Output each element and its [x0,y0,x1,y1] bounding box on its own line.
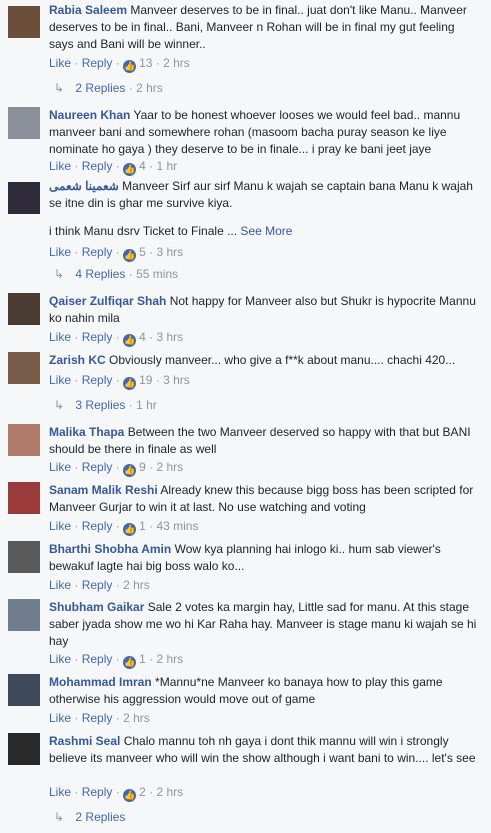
thumbs-up-icon[interactable]: 👍 [123,789,137,802]
thumbs-up-icon[interactable]: 👍 [123,464,137,477]
reply-arrow-icon: ↳ [54,398,65,412]
timestamp[interactable]: 2 hrs [123,711,150,725]
like-button[interactable]: Like [49,711,71,725]
like-button[interactable]: Like [49,373,71,387]
reply-arrow-icon: ↳ [54,267,65,281]
avatar[interactable] [8,293,40,325]
timestamp[interactable]: 1 hr [156,159,177,173]
reply-arrow-icon: ↳ [54,81,65,95]
reply-button[interactable]: Reply [82,330,113,344]
avatar[interactable] [8,541,40,573]
comment-text: Obviously manveer... who give a f**k abo… [109,353,456,367]
thumbs-up-icon[interactable]: 👍 [123,249,137,262]
reply-button[interactable]: Reply [82,56,113,70]
like-button[interactable]: Like [49,785,71,799]
like-count[interactable]: 4 [139,330,146,344]
thumbs-up-icon[interactable]: 👍 [123,60,137,73]
timestamp[interactable]: 2 hrs [156,460,183,474]
like-count[interactable]: 5 [139,245,146,259]
timestamp[interactable]: 3 hrs [156,245,183,259]
timestamp[interactable]: 3 hrs [156,330,183,344]
avatar[interactable] [8,182,40,214]
like-count[interactable]: 2 [139,785,146,799]
reply-button[interactable]: Reply [82,245,113,259]
view-replies-link[interactable]: 2 Replies [75,810,125,824]
reply-button[interactable]: Reply [82,159,113,173]
like-button[interactable]: Like [49,56,71,70]
view-replies-link[interactable]: 2 Replies [75,81,125,95]
commenter-name[interactable]: شعمینا شعمی [49,179,119,193]
replies-timestamp: 1 hr [136,398,157,412]
timestamp[interactable]: 2 hrs [163,56,190,70]
like-count[interactable]: 13 [139,56,152,70]
like-button[interactable]: Like [49,652,71,666]
like-button[interactable]: Like [49,460,71,474]
reply-button[interactable]: Reply [82,373,113,387]
avatar[interactable] [8,733,40,765]
timestamp[interactable]: 3 hrs [163,373,190,387]
avatar[interactable] [8,6,40,38]
like-button[interactable]: Like [49,519,71,533]
like-count[interactable]: 4 [139,159,146,173]
commenter-name[interactable]: Qaiser Zulfiqar Shah [49,294,166,308]
avatar[interactable] [8,674,40,706]
thumbs-up-icon[interactable]: 👍 [123,334,137,347]
like-button[interactable]: Like [49,159,71,173]
reply-button[interactable]: Reply [82,519,113,533]
thumbs-up-icon[interactable]: 👍 [123,656,137,669]
commenter-name[interactable]: Zarish KC [49,353,106,367]
avatar[interactable] [8,482,40,514]
thumbs-up-icon[interactable]: 👍 [123,377,137,390]
like-button[interactable]: Like [49,330,71,344]
avatar[interactable] [8,424,40,456]
like-count[interactable]: 19 [139,373,152,387]
see-more-link[interactable]: See More [240,224,292,238]
like-button[interactable]: Like [49,578,71,592]
replies-timestamp: 55 mins [136,267,179,281]
commenter-name[interactable]: Sanam Malik Reshi [49,483,158,497]
reply-button[interactable]: Reply [82,578,113,592]
commenter-name[interactable]: Mohammad Imran [49,675,152,689]
avatar[interactable] [8,599,40,631]
timestamp[interactable]: 43 mins [156,519,198,533]
view-replies-link[interactable]: 3 Replies [75,398,125,412]
timestamp[interactable]: 2 hrs [123,578,150,592]
reply-button[interactable]: Reply [82,652,113,666]
commenter-name[interactable]: Rashmi Seal [49,734,120,748]
comment-feed: Rabia Saleem Manveer deserves to be in f… [0,0,491,833]
comment-text-continued: i think Manu dsrv Ticket to Finale ... [49,224,238,238]
reply-button[interactable]: Reply [82,785,113,799]
thumbs-up-icon[interactable]: 👍 [123,523,137,536]
reply-arrow-icon: ↳ [54,810,65,824]
commenter-name[interactable]: Malika Thapa [49,425,124,439]
timestamp[interactable]: 2 hrs [156,652,183,666]
commenter-name[interactable]: Naureen Khan [49,108,130,122]
commenter-name[interactable]: Shubham Gaikar [49,600,144,614]
avatar[interactable] [8,107,40,139]
commenter-name[interactable]: Rabia Saleem [49,3,127,17]
replies-timestamp: 2 hrs [136,81,163,95]
reply-button[interactable]: Reply [82,460,113,474]
view-replies-link[interactable]: 4 Replies [75,267,125,281]
like-count[interactable]: 1 [139,519,146,533]
thumbs-up-icon[interactable]: 👍 [123,163,137,176]
reply-button[interactable]: Reply [82,711,113,725]
like-button[interactable]: Like [49,245,71,259]
like-count[interactable]: 9 [139,460,146,474]
avatar[interactable] [8,352,40,384]
like-count[interactable]: 1 [139,652,146,666]
commenter-name[interactable]: Bharthi Shobha Amin [49,542,171,556]
timestamp[interactable]: 2 hrs [156,785,183,799]
